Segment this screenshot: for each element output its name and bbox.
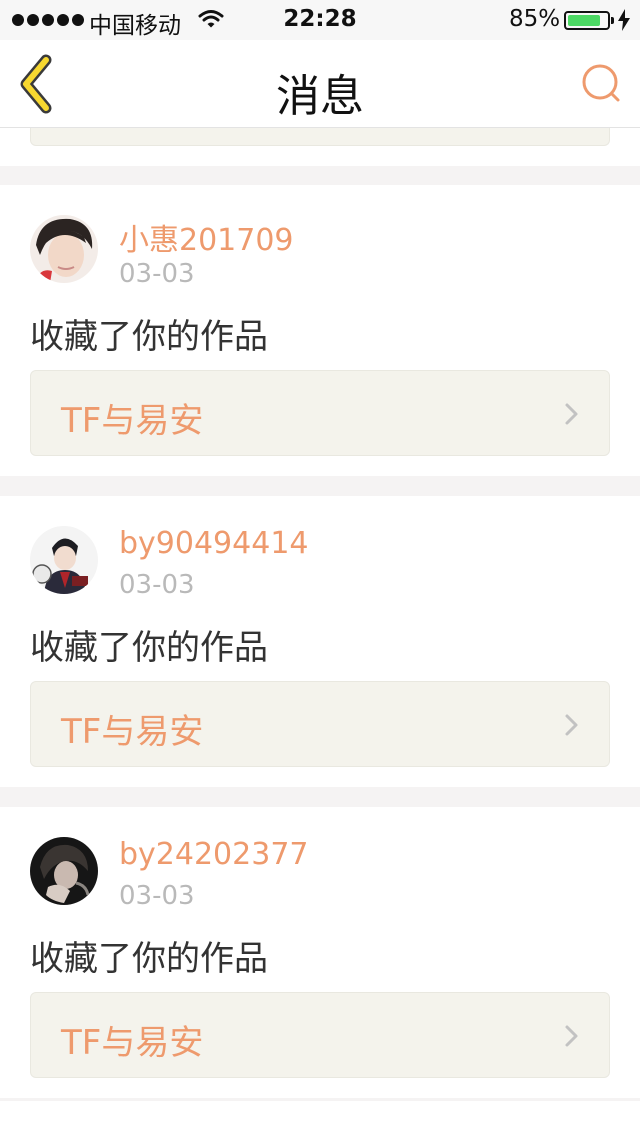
search-icon — [582, 64, 620, 102]
charging-icon — [617, 9, 631, 37]
avatar[interactable] — [30, 215, 98, 283]
message-text: 收藏了你的作品 — [30, 939, 268, 979]
username[interactable]: by90494414 — [119, 526, 309, 561]
message-card: 小惠201709 03-03 收藏了你的作品 TF与易安 — [0, 185, 640, 476]
battery-icon — [564, 11, 610, 30]
chevron-right-icon — [565, 1025, 578, 1047]
message-date: 03-03 — [119, 259, 195, 289]
work-title: TF与易安 — [61, 401, 204, 441]
message-date: 03-03 — [119, 570, 195, 600]
username[interactable]: by24202377 — [119, 837, 309, 872]
work-link[interactable]: TF与易安 — [30, 370, 610, 456]
message-list[interactable]: 小惠201709 03-03 收藏了你的作品 TF与易安 by90494414 … — [0, 128, 640, 1136]
status-bar: 中国移动 22:28 85% — [0, 0, 640, 40]
partial-message-card — [0, 128, 640, 166]
username[interactable]: 小惠201709 — [119, 215, 294, 259]
work-link[interactable]: TF与易安 — [30, 992, 610, 1078]
battery-percent: 85% — [509, 6, 561, 32]
next-message-card-partial — [0, 1101, 640, 1136]
partial-work-link[interactable] — [30, 128, 610, 146]
message-card: by24202377 03-03 收藏了你的作品 TF与易安 — [0, 807, 640, 1098]
message-text: 收藏了你的作品 — [30, 628, 268, 668]
search-button[interactable] — [578, 60, 626, 108]
message-text: 收藏了你的作品 — [30, 317, 268, 357]
page-title: 消息 — [276, 71, 364, 122]
message-date: 03-03 — [119, 881, 195, 911]
chevron-right-icon — [565, 403, 578, 425]
message-card: by90494414 03-03 收藏了你的作品 TF与易安 — [0, 496, 640, 787]
work-link[interactable]: TF与易安 — [30, 681, 610, 767]
nav-bar: 消息 — [0, 40, 640, 128]
work-title: TF与易安 — [61, 712, 204, 752]
avatar[interactable] — [30, 837, 98, 905]
chevron-right-icon — [565, 714, 578, 736]
battery-tip — [611, 17, 614, 24]
avatar[interactable] — [30, 526, 98, 594]
work-title: TF与易安 — [61, 1023, 204, 1063]
